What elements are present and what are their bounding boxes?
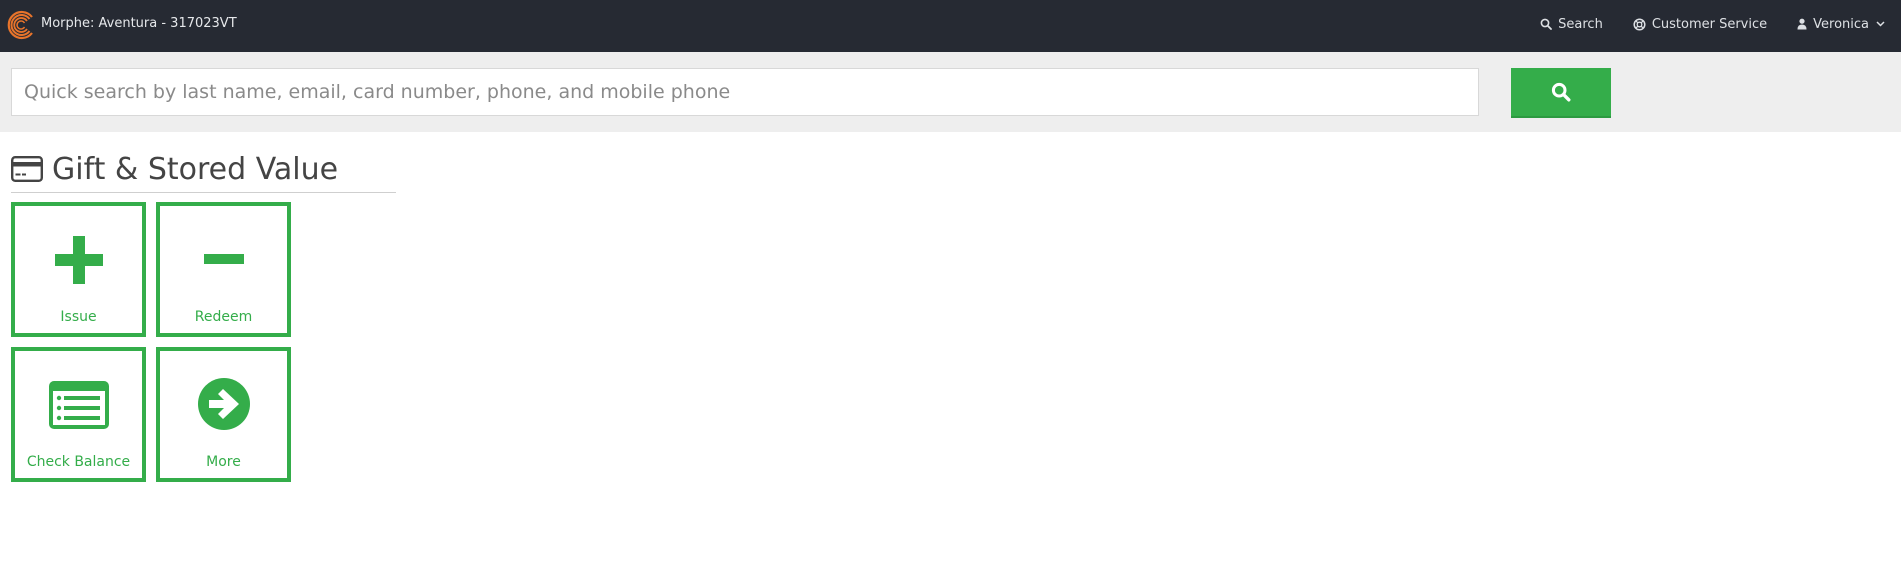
- search-icon: [1540, 18, 1553, 30]
- nav-customer-service-label: Customer Service: [1651, 16, 1768, 32]
- more-label: More: [206, 454, 241, 470]
- list-icon: [48, 381, 109, 429]
- issue-tile[interactable]: Issue: [11, 202, 146, 337]
- nav-search-label: Search: [1558, 16, 1603, 32]
- minus-icon: [203, 254, 244, 264]
- nav-search-link[interactable]: Search: [1540, 17, 1603, 32]
- issue-label: Issue: [60, 309, 97, 325]
- user-name: Veronica: [1813, 16, 1869, 32]
- check-balance-label: Check Balance: [26, 454, 131, 470]
- user-menu[interactable]: Veronica: [1797, 17, 1885, 32]
- section-header: Gift & Stored Value: [11, 150, 396, 193]
- check-balance-tile[interactable]: Check Balance: [11, 347, 146, 482]
- chevron-down-icon: [1876, 21, 1885, 27]
- redeem-label: Redeem: [194, 309, 253, 325]
- lifebuoy-icon: [1633, 17, 1646, 31]
- c-logo-icon[interactable]: [5, 9, 37, 41]
- search-icon: [1551, 82, 1571, 102]
- app-title: Morphe: Aventura - 317023VT: [41, 16, 237, 31]
- credit-card-icon: [11, 156, 43, 182]
- search-bar-area: [0, 52, 1901, 132]
- top-navbar: Morphe: Aventura - 317023VT Search Custo…: [0, 0, 1901, 52]
- quick-search-input[interactable]: [11, 68, 1479, 116]
- nav-customer-service-link[interactable]: Customer Service: [1633, 17, 1767, 32]
- plus-icon: [54, 236, 103, 284]
- redeem-tile[interactable]: Redeem: [156, 202, 291, 337]
- section-title: Gift & Stored Value: [52, 152, 339, 187]
- search-button[interactable]: [1511, 68, 1611, 118]
- user-icon: [1797, 18, 1807, 30]
- more-tile[interactable]: More: [156, 347, 291, 482]
- nav-right: Search Customer Service Veronica: [1540, 0, 1901, 48]
- arrow-circle-right-icon: [197, 378, 250, 430]
